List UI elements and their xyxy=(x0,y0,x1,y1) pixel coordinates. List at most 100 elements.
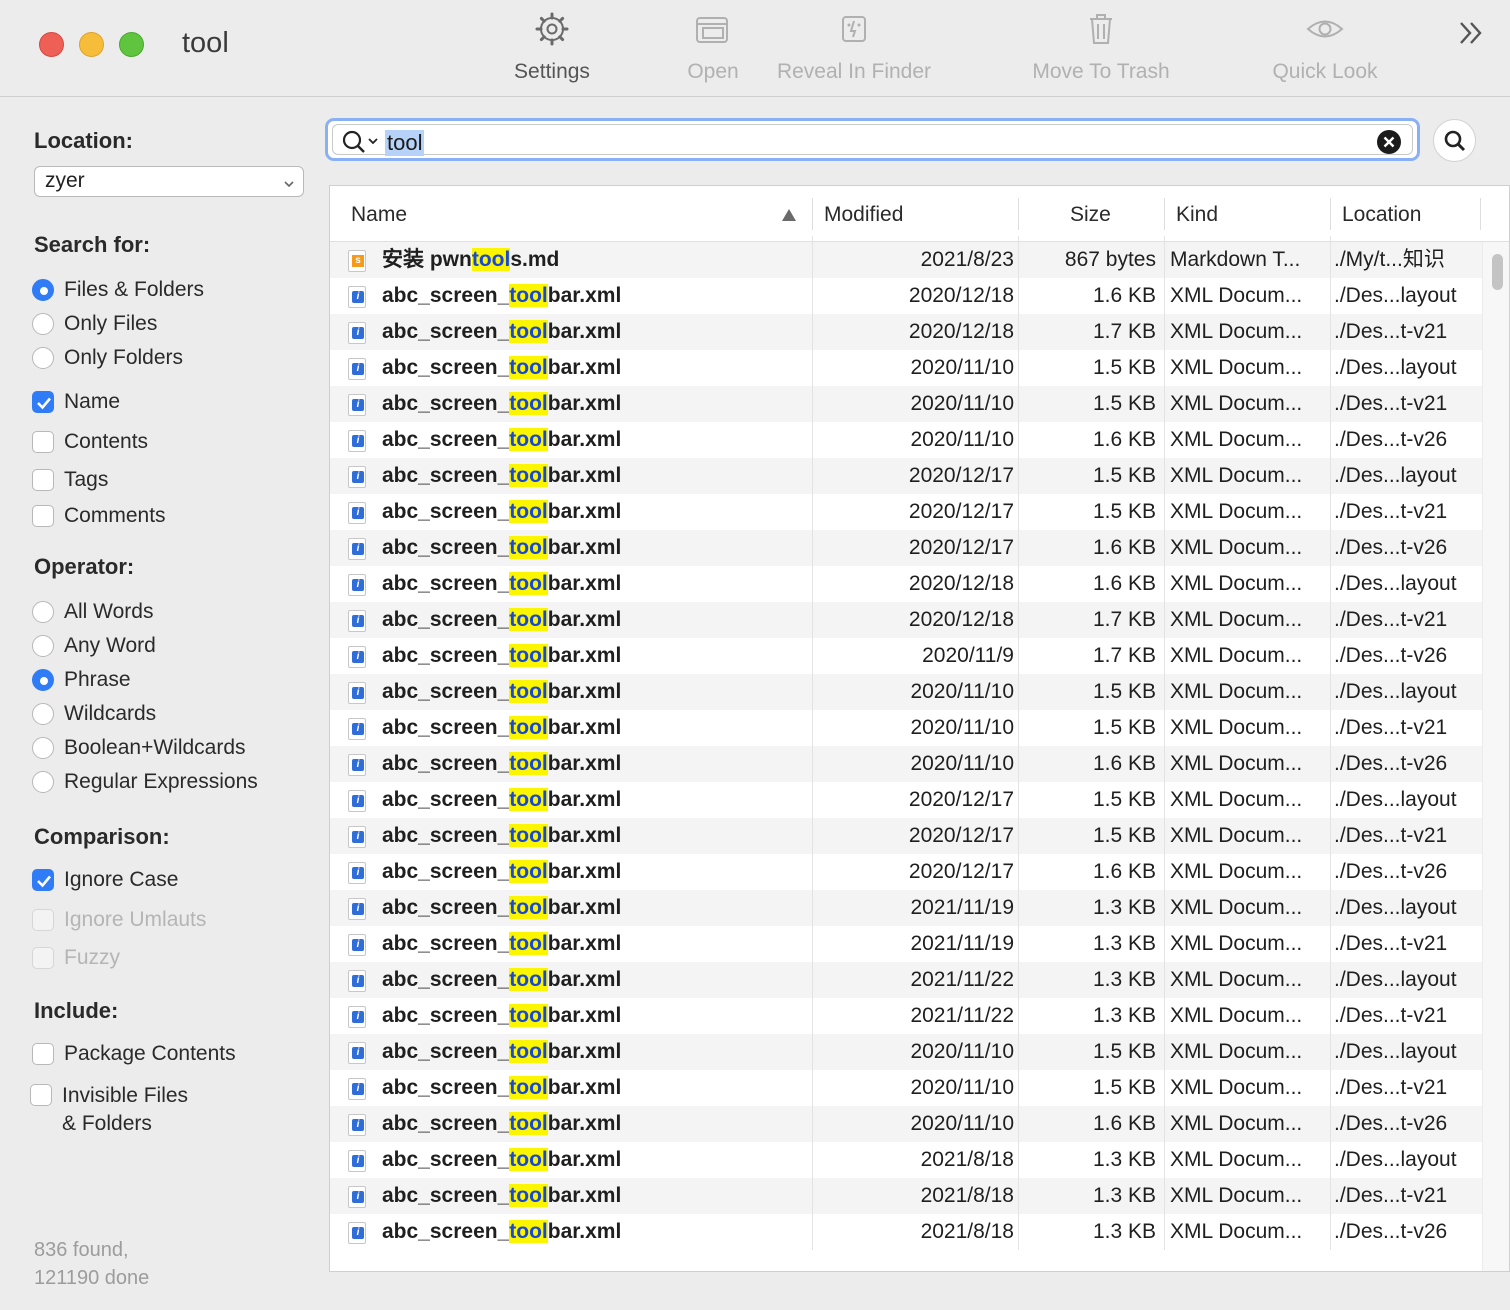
reveal-in-finder-button[interactable]: Reveal In Finder xyxy=(768,12,940,84)
name-text: bar.xml xyxy=(547,356,622,379)
name-text: bar.xml xyxy=(547,536,622,559)
table-row[interactable]: abc_screen_toolbar.xml 2021/11/19 1.3 KB XM… xyxy=(330,926,1482,962)
name-match-highlight: tool xyxy=(509,824,548,847)
location-popup[interactable]: zyer xyxy=(34,166,304,197)
search-button[interactable] xyxy=(1433,119,1476,162)
radio-only-files[interactable]: Only Files xyxy=(32,312,157,336)
table-row[interactable]: abc_screen_toolbar.xml 2020/12/18 1.7 KB XM… xyxy=(330,314,1482,350)
close-window-button[interactable] xyxy=(39,32,64,57)
radio-files-folders[interactable]: Files & Folders xyxy=(32,278,204,302)
table-row[interactable]: abc_screen_toolbar.xml 2021/11/22 1.3 KB XM… xyxy=(330,962,1482,998)
table-row[interactable]: abc_screen_toolbar.xml 2020/12/18 1.7 KB XM… xyxy=(330,602,1482,638)
settings-button[interactable]: Settings xyxy=(500,12,604,84)
table-row[interactable]: abc_screen_toolbar.xml 2020/12/18 1.6 KB XM… xyxy=(330,278,1482,314)
name-text: bar.xml xyxy=(547,608,622,631)
radio-icon xyxy=(32,635,54,657)
radio-label: Wildcards xyxy=(64,702,157,725)
vertical-scrollbar[interactable] xyxy=(1482,242,1509,1271)
table-row[interactable]: abc_screen_toolbar.xml 2020/12/17 1.5 KB XM… xyxy=(330,782,1482,818)
table-row[interactable]: abc_screen_toolbar.xml 2020/12/17 1.5 KB XM… xyxy=(330,818,1482,854)
radio-wildcards[interactable]: Wildcards xyxy=(32,702,156,726)
zoom-window-button[interactable] xyxy=(119,32,144,57)
table-row[interactable]: abc_screen_toolbar.xml 2021/8/18 1.3 KB XML… xyxy=(330,1142,1482,1178)
cell-size: 1.7 KB xyxy=(1092,644,1156,667)
name-match-highlight: tool xyxy=(509,968,548,991)
radio-boolean-wildcards[interactable]: Boolean+Wildcards xyxy=(32,736,246,760)
table-row[interactable]: abc_screen_toolbar.xml 2020/12/17 1.5 KB XM… xyxy=(330,494,1482,530)
column-header-location[interactable]: Location xyxy=(1342,203,1421,227)
table-row[interactable]: abc_screen_toolbar.xml 2020/11/10 1.5 KB XM… xyxy=(330,386,1482,422)
table-row[interactable]: abc_screen_toolbar.xml 2020/12/18 1.6 KB XM… xyxy=(330,566,1482,602)
checkbox-package-contents[interactable]: Package Contents xyxy=(32,1042,236,1066)
table-row[interactable]: abc_screen_toolbar.xml 2020/11/10 1.6 KB XM… xyxy=(330,1106,1482,1142)
name-text: abc_screen_ xyxy=(382,536,510,559)
table-row[interactable]: abc_screen_toolbar.xml 2020/12/17 1.5 KB XM… xyxy=(330,458,1482,494)
table-row[interactable]: abc_screen_toolbar.xml 2021/8/18 1.3 KB XML… xyxy=(330,1178,1482,1214)
xml-file-icon xyxy=(348,862,366,884)
column-divider[interactable] xyxy=(812,198,813,230)
column-header-modified[interactable]: Modified xyxy=(824,203,903,227)
table-row[interactable]: abc_screen_toolbar.xml 2020/11/10 1.5 KB XM… xyxy=(330,1070,1482,1106)
cell-location: ./Des...layout xyxy=(1334,896,1457,919)
checkbox-icon xyxy=(30,1084,52,1106)
table-row[interactable]: abc_screen_toolbar.xml 2020/12/17 1.6 KB XM… xyxy=(330,530,1482,566)
name-text: abc_screen_ xyxy=(382,932,510,955)
search-menu-icon[interactable] xyxy=(341,129,381,155)
cell-modified: 2021/8/18 xyxy=(920,1148,1014,1171)
open-button[interactable]: Open xyxy=(676,12,750,84)
search-input[interactable]: tool xyxy=(385,130,425,156)
checkbox-contents[interactable]: Contents xyxy=(32,430,148,454)
radio-regular-expressions[interactable]: Regular Expressions xyxy=(32,770,258,794)
column-header-kind[interactable]: Kind xyxy=(1176,203,1218,227)
checkbox-label: Ignore Umlauts xyxy=(64,908,207,931)
scrollbar-thumb[interactable] xyxy=(1492,254,1503,290)
cell-name: abc_screen_toolbar.xml xyxy=(382,643,802,669)
column-divider[interactable] xyxy=(1018,198,1019,230)
table-row[interactable]: abc_screen_toolbar.xml 2020/11/9 1.7 KB XML… xyxy=(330,638,1482,674)
table-row[interactable]: abc_screen_toolbar.xml 2020/11/10 1.5 KB XM… xyxy=(330,350,1482,386)
cell-kind: XML Docum... xyxy=(1170,968,1303,991)
checkbox-tags[interactable]: Tags xyxy=(32,468,108,492)
cell-size: 1.3 KB xyxy=(1092,1220,1156,1243)
chevron-double-right-icon xyxy=(1460,22,1482,44)
column-divider[interactable] xyxy=(1480,198,1481,230)
radio-phrase[interactable]: Phrase xyxy=(32,668,131,692)
table-row[interactable]: abc_screen_toolbar.xml 2020/11/10 1.5 KB XM… xyxy=(330,674,1482,710)
cell-size: 1.6 KB xyxy=(1092,428,1156,451)
move-to-trash-button[interactable]: Move To Trash xyxy=(1022,12,1180,84)
toolbar-overflow-button[interactable] xyxy=(1456,18,1486,53)
cell-modified: 2020/12/18 xyxy=(908,608,1014,631)
radio-only-folders[interactable]: Only Folders xyxy=(32,346,183,370)
name-text: abc_screen_ xyxy=(382,1148,510,1171)
radio-any-word[interactable]: Any Word xyxy=(32,634,156,658)
table-row[interactable]: abc_screen_toolbar.xml 2020/11/10 1.6 KB XM… xyxy=(330,746,1482,782)
table-row[interactable]: abc_screen_toolbar.xml 2020/12/17 1.6 KB XM… xyxy=(330,854,1482,890)
name-text: bar.xml xyxy=(547,1040,622,1063)
minimize-window-button[interactable] xyxy=(79,32,104,57)
table-row[interactable]: abc_screen_toolbar.xml 2021/11/19 1.3 KB XM… xyxy=(330,890,1482,926)
checkbox-invisible-files[interactable]: Invisible Files & Folders xyxy=(30,1082,188,1138)
table-row[interactable]: abc_screen_toolbar.xml 2021/11/22 1.3 KB XM… xyxy=(330,998,1482,1034)
checkbox-name[interactable]: Name xyxy=(32,390,120,414)
checkbox-ignore-case[interactable]: Ignore Case xyxy=(32,868,178,892)
clear-circle-icon[interactable] xyxy=(1376,129,1402,155)
table-row[interactable]: abc_screen_toolbar.xml 2021/8/18 1.3 KB XML… xyxy=(330,1214,1482,1250)
cell-kind: XML Docum... xyxy=(1170,1076,1303,1099)
column-divider[interactable] xyxy=(1330,198,1331,230)
table-row[interactable]: abc_screen_toolbar.xml 2020/11/10 1.5 KB XM… xyxy=(330,1034,1482,1070)
column-header-size[interactable]: Size xyxy=(1070,203,1111,227)
column-divider[interactable] xyxy=(1164,198,1165,230)
table-row[interactable]: 安装 pwntools.md 2021/8/23 867 bytes Markd… xyxy=(330,242,1482,278)
cell-size: 1.5 KB xyxy=(1092,356,1156,379)
column-header-name[interactable]: Name xyxy=(351,203,407,227)
table-row[interactable]: abc_screen_toolbar.xml 2020/11/10 1.5 KB XM… xyxy=(330,710,1482,746)
radio-all-words[interactable]: All Words xyxy=(32,600,153,624)
search-field[interactable]: tool xyxy=(325,118,1420,161)
cell-modified: 2020/11/10 xyxy=(910,428,1014,451)
table-row[interactable]: abc_screen_toolbar.xml 2020/11/10 1.6 KB XM… xyxy=(330,422,1482,458)
checkbox-icon xyxy=(32,1043,54,1065)
name-text: abc_screen_ xyxy=(382,284,510,307)
quick-look-button[interactable]: Quick Look xyxy=(1264,12,1386,84)
checkbox-comments[interactable]: Comments xyxy=(32,504,166,528)
cell-name: abc_screen_toolbar.xml xyxy=(382,463,802,489)
